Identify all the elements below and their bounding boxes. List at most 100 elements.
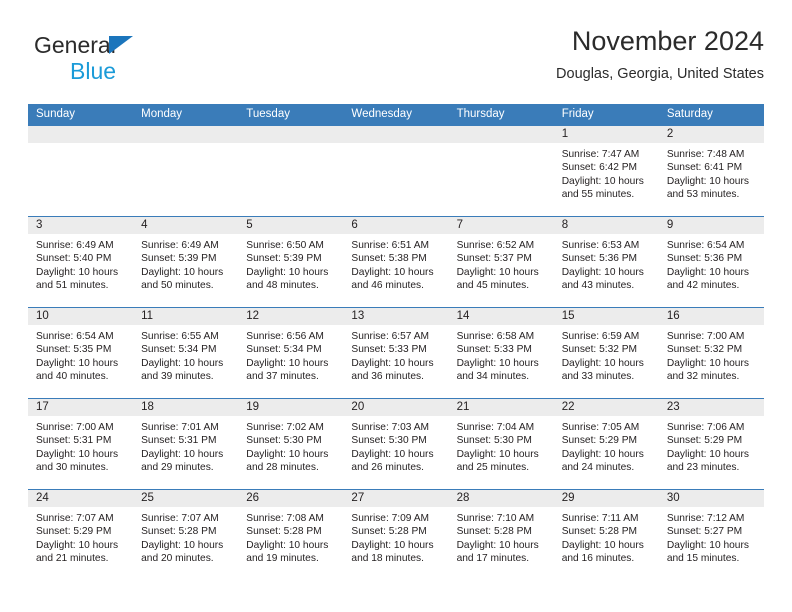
sunset-text: Sunset: 5:35 PM bbox=[36, 344, 112, 356]
calendar-cell-inner: 29 Sunrise: 7:11 AM Sunset: 5:28 PM Dayligh… bbox=[553, 490, 659, 580]
day-details: Sunrise: 7:05 AM Sunset: 5:29 PM Daylight:… bbox=[554, 416, 659, 475]
calendar-day-cell[interactable]: 4 Sunrise: 6:49 AM Sunset: 5:39 PM Daylight… bbox=[133, 216, 239, 308]
calendar-day-cell[interactable]: 20 Sunrise: 7:03 AM Sunset: 5:30 PM Dayligh… bbox=[343, 398, 449, 490]
day-details: Sunrise: 7:47 AM Sunset: 6:42 PM Daylight:… bbox=[554, 143, 659, 202]
daylight-text-line2: and 39 minutes. bbox=[141, 371, 214, 383]
calendar-day-cell[interactable]: 12 Sunrise: 6:56 AM Sunset: 5:34 PM Dayligh… bbox=[238, 307, 344, 399]
sunset-text: Sunset: 5:28 PM bbox=[246, 526, 322, 538]
day-details: Sunrise: 7:11 AM Sunset: 5:28 PM Daylight:… bbox=[554, 507, 659, 566]
calendar-day-cell[interactable]: 18 Sunrise: 7:01 AM Sunset: 5:31 PM Dayligh… bbox=[133, 398, 239, 490]
calendar-cell-inner: 11 Sunrise: 6:55 AM Sunset: 5:34 PM Dayligh… bbox=[133, 308, 239, 398]
calendar-day-cell[interactable]: 23 Sunrise: 7:06 AM Sunset: 5:29 PM Dayligh… bbox=[658, 398, 764, 490]
calendar-day-cell[interactable]: 17 Sunrise: 7:00 AM Sunset: 5:31 PM Dayligh… bbox=[28, 398, 134, 490]
calendar-day-cell[interactable]: 9 Sunrise: 6:54 AM Sunset: 5:36 PM Daylight… bbox=[658, 216, 764, 308]
daylight-text-line1: Daylight: 10 hours bbox=[36, 539, 119, 551]
calendar-body: 1 Sunrise: 7:47 AM Sunset: 6:42 PM Daylight… bbox=[28, 125, 764, 580]
calendar-page: General Blue November 2024 Douglas, Geor… bbox=[0, 0, 792, 612]
day-number: 7 bbox=[448, 217, 554, 234]
day-details: Sunrise: 6:52 AM Sunset: 5:37 PM Daylight:… bbox=[449, 234, 554, 293]
logo-text-blue: Blue bbox=[70, 58, 117, 84]
calendar-day-cell[interactable]: 26 Sunrise: 7:08 AM Sunset: 5:28 PM Dayligh… bbox=[238, 489, 344, 580]
day-details: Sunrise: 7:10 AM Sunset: 5:28 PM Daylight:… bbox=[449, 507, 554, 566]
day-number: 29 bbox=[553, 490, 659, 507]
sunrise-text: Sunrise: 7:07 AM bbox=[36, 513, 114, 524]
daylight-text-line2: and 36 minutes. bbox=[351, 371, 424, 383]
calendar-cell-inner: 14 Sunrise: 6:58 AM Sunset: 5:33 PM Dayligh… bbox=[448, 308, 554, 398]
calendar-day-cell[interactable]: 29 Sunrise: 7:11 AM Sunset: 5:28 PM Dayligh… bbox=[553, 489, 659, 580]
day-number: 6 bbox=[343, 217, 449, 234]
page-header: General Blue November 2024 Douglas, Geor… bbox=[28, 24, 764, 96]
sunrise-text: Sunrise: 6:49 AM bbox=[36, 240, 114, 251]
calendar-cell-inner: 1 Sunrise: 7:47 AM Sunset: 6:42 PM Daylight… bbox=[553, 126, 659, 216]
daylight-text-line2: and 26 minutes. bbox=[351, 462, 424, 474]
calendar-day-cell[interactable]: 15 Sunrise: 6:59 AM Sunset: 5:32 PM Dayligh… bbox=[553, 307, 659, 399]
day-details: Sunrise: 7:01 AM Sunset: 5:31 PM Daylight:… bbox=[133, 416, 238, 475]
day-number: 18 bbox=[133, 399, 239, 416]
daylight-text-line1: Daylight: 10 hours bbox=[246, 448, 329, 460]
calendar-day-cell[interactable]: 14 Sunrise: 6:58 AM Sunset: 5:33 PM Dayligh… bbox=[448, 307, 554, 399]
calendar-container: Sunday Monday Tuesday Wednesday Thursday… bbox=[28, 104, 764, 580]
general-blue-logo[interactable]: General Blue bbox=[34, 32, 214, 88]
calendar-cell-inner: 7 Sunrise: 6:52 AM Sunset: 5:37 PM Daylight… bbox=[448, 217, 554, 307]
calendar-day-cell[interactable]: 16 Sunrise: 7:00 AM Sunset: 5:32 PM Dayligh… bbox=[658, 307, 764, 399]
calendar-cell-empty bbox=[448, 125, 554, 217]
daylight-text-line1: Daylight: 10 hours bbox=[246, 539, 329, 551]
calendar-day-cell[interactable]: 11 Sunrise: 6:55 AM Sunset: 5:34 PM Dayligh… bbox=[133, 307, 239, 399]
day-number: 10 bbox=[28, 308, 134, 325]
daylight-text-line2: and 40 minutes. bbox=[36, 371, 109, 383]
day-number: 17 bbox=[28, 399, 134, 416]
sunrise-text: Sunrise: 6:49 AM bbox=[141, 240, 219, 251]
sunset-text: Sunset: 5:28 PM bbox=[561, 526, 638, 538]
calendar-day-cell[interactable]: 3 Sunrise: 6:49 AM Sunset: 5:40 PM Daylight… bbox=[28, 216, 134, 308]
calendar-cell-inner: 5 Sunrise: 6:50 AM Sunset: 5:39 PM Daylight… bbox=[238, 217, 344, 307]
calendar-day-cell[interactable]: 27 Sunrise: 7:09 AM Sunset: 5:28 PM Dayligh… bbox=[343, 489, 449, 580]
calendar-day-cell[interactable]: 19 Sunrise: 7:02 AM Sunset: 5:30 PM Dayligh… bbox=[238, 398, 344, 490]
calendar-day-cell[interactable]: 24 Sunrise: 7:07 AM Sunset: 5:29 PM Dayligh… bbox=[28, 489, 134, 580]
calendar-day-cell[interactable]: 22 Sunrise: 7:05 AM Sunset: 5:29 PM Dayligh… bbox=[553, 398, 659, 490]
calendar-cell-empty bbox=[133, 125, 239, 217]
calendar-day-cell[interactable]: 21 Sunrise: 7:04 AM Sunset: 5:30 PM Dayligh… bbox=[448, 398, 554, 490]
day-details: Sunrise: 6:58 AM Sunset: 5:33 PM Daylight:… bbox=[449, 325, 554, 384]
sunset-text: Sunset: 5:39 PM bbox=[141, 253, 217, 265]
calendar-cell-inner: 25 Sunrise: 7:07 AM Sunset: 5:28 PM Dayligh… bbox=[133, 490, 239, 580]
calendar-week-row: 10 Sunrise: 6:54 AM Sunset: 5:35 PM Dayligh… bbox=[28, 307, 764, 399]
day-number bbox=[343, 126, 449, 143]
sunrise-text: Sunrise: 7:11 AM bbox=[561, 513, 639, 524]
calendar-cell-inner: 24 Sunrise: 7:07 AM Sunset: 5:29 PM Dayligh… bbox=[28, 490, 134, 580]
day-number: 27 bbox=[343, 490, 449, 507]
calendar-day-cell[interactable]: 2 Sunrise: 7:48 AM Sunset: 6:41 PM Daylight… bbox=[658, 125, 764, 217]
sunrise-text: Sunrise: 7:48 AM bbox=[666, 149, 745, 160]
sunset-text: Sunset: 6:41 PM bbox=[666, 162, 743, 174]
calendar-day-cell[interactable]: 7 Sunrise: 6:52 AM Sunset: 5:37 PM Daylight… bbox=[448, 216, 554, 308]
sunrise-text: Sunrise: 6:55 AM bbox=[141, 331, 219, 342]
sunrise-text: Sunrise: 6:53 AM bbox=[561, 240, 640, 251]
day-number: 14 bbox=[448, 308, 554, 325]
day-number: 23 bbox=[658, 399, 764, 416]
calendar-day-cell[interactable]: 25 Sunrise: 7:07 AM Sunset: 5:28 PM Dayligh… bbox=[133, 489, 239, 580]
sunset-text: Sunset: 5:36 PM bbox=[666, 253, 743, 265]
calendar-day-cell[interactable]: 10 Sunrise: 6:54 AM Sunset: 5:35 PM Dayligh… bbox=[28, 307, 134, 399]
calendar-day-cell[interactable]: 13 Sunrise: 6:57 AM Sunset: 5:33 PM Dayligh… bbox=[343, 307, 449, 399]
day-details: Sunrise: 6:49 AM Sunset: 5:39 PM Daylight:… bbox=[133, 234, 238, 293]
day-details: Sunrise: 7:04 AM Sunset: 5:30 PM Daylight:… bbox=[449, 416, 554, 475]
calendar-day-cell[interactable]: 8 Sunrise: 6:53 AM Sunset: 5:36 PM Daylight… bbox=[553, 216, 659, 308]
calendar-day-cell[interactable]: 1 Sunrise: 7:47 AM Sunset: 6:42 PM Daylight… bbox=[553, 125, 659, 217]
sunset-text: Sunset: 5:40 PM bbox=[36, 253, 112, 265]
day-number: 3 bbox=[28, 217, 134, 234]
calendar-cell-inner: 12 Sunrise: 6:56 AM Sunset: 5:34 PM Dayligh… bbox=[238, 308, 344, 398]
sunset-text: Sunset: 5:29 PM bbox=[36, 526, 112, 538]
calendar-day-cell[interactable]: 6 Sunrise: 6:51 AM Sunset: 5:38 PM Daylight… bbox=[343, 216, 449, 308]
daylight-text-line1: Daylight: 10 hours bbox=[561, 266, 644, 278]
calendar-week-row: 3 Sunrise: 6:49 AM Sunset: 5:40 PM Daylight… bbox=[28, 216, 764, 308]
sunset-text: Sunset: 5:30 PM bbox=[246, 435, 322, 447]
sunrise-text: Sunrise: 7:09 AM bbox=[351, 513, 430, 524]
calendar-day-cell[interactable]: 28 Sunrise: 7:10 AM Sunset: 5:28 PM Dayligh… bbox=[448, 489, 554, 580]
daylight-text-line2: and 29 minutes. bbox=[141, 462, 214, 474]
daylight-text-line2: and 51 minutes. bbox=[36, 280, 109, 292]
day-number: 21 bbox=[448, 399, 554, 416]
day-number bbox=[238, 126, 344, 143]
calendar-day-cell[interactable]: 5 Sunrise: 6:50 AM Sunset: 5:39 PM Daylight… bbox=[238, 216, 344, 308]
sunrise-text: Sunrise: 6:57 AM bbox=[351, 331, 430, 342]
calendar-day-cell[interactable]: 30 Sunrise: 7:12 AM Sunset: 5:27 PM Dayligh… bbox=[658, 489, 764, 580]
calendar-cell-inner: 2 Sunrise: 7:48 AM Sunset: 6:41 PM Daylight… bbox=[658, 126, 764, 216]
